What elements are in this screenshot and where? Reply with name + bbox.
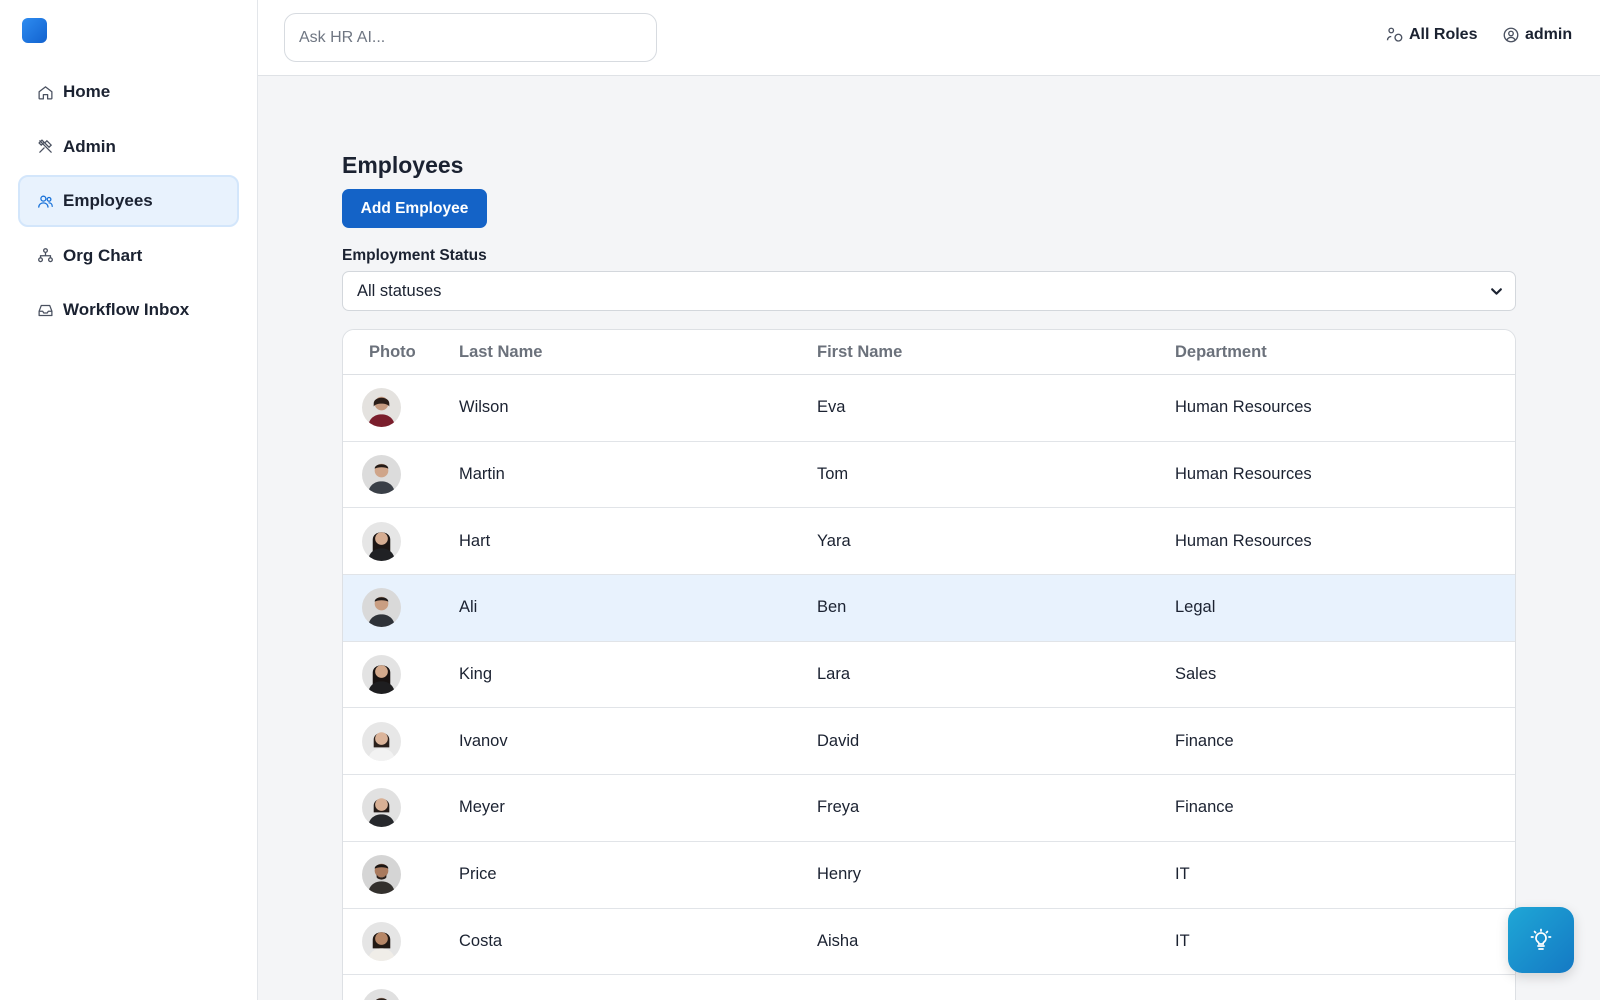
employees-table: Photo Last Name First Name Department Wi… [342,329,1516,1000]
cell-first-name: Eva [817,398,846,417]
column-header-last-name[interactable]: Last Name [459,343,817,362]
sidebar-item-workflow-inbox[interactable]: Workflow Inbox [18,284,239,336]
table-row[interactable]: Ivanov David Finance [343,708,1515,776]
cell-last-name: Hart [459,531,491,550]
ai-assistant-button[interactable] [1508,907,1574,973]
avatar [362,388,401,428]
cell-first-name: David [817,731,860,750]
sidebar: Home Admin Employees Org Chart Workflow … [0,0,258,1000]
sidebar-nav: Home Admin Employees Org Chart Workflow … [18,66,239,339]
cell-last-name: Ali [459,598,478,617]
cell-department: Human Resources [1175,465,1312,484]
ask-hr-ai-input[interactable] [284,13,657,62]
cell-first-name: Henry [817,865,862,884]
employment-status-select[interactable]: All statuses [342,271,1516,311]
inbox-icon [36,301,54,319]
cell-department: Sales [1175,665,1217,684]
photo-cell [343,988,459,1000]
main-content: Employees Add Employee Employment Status… [342,76,1516,1000]
avatar [362,788,401,828]
roles-label: All Roles [1409,26,1478,43]
cell-last-name: Costa [459,931,503,950]
table-header: Photo Last Name First Name Department [343,330,1515,375]
cell-last-name: Martin [459,465,505,484]
user-label: admin [1525,26,1573,43]
photo-cell [343,921,459,961]
cell-first-name: Freya [817,798,860,817]
sidebar-item-label: Home [63,82,111,101]
cell-first-name: Ben [817,598,847,617]
avatar [362,588,401,628]
table-row[interactable]: Ali Ben Legal [343,575,1515,642]
avatar [362,855,401,895]
page-title: Employees [342,152,464,178]
table-row[interactable]: Costa Aisha IT [343,909,1515,976]
photo-cell [343,788,459,828]
photo-cell [343,521,459,561]
cell-last-name: Meyer [459,798,505,817]
cell-first-name: Aisha [817,931,859,950]
table-row[interactable]: King Lara Sales [343,642,1515,709]
photo-cell [343,721,459,761]
sidebar-item-label: Admin [63,136,116,156]
cell-last-name: Ivanov [459,731,508,750]
photo-cell [343,655,459,695]
app-logo[interactable] [22,18,47,43]
roles-switcher[interactable]: All Roles [1386,26,1477,44]
photo-cell [343,455,459,495]
lightbulb-icon [1530,928,1552,950]
table-row[interactable]: Meyer Freya Finance [343,775,1515,842]
user-menu[interactable]: admin [1502,26,1572,44]
roles-icon [1386,27,1403,42]
user-icon [1503,27,1519,43]
table-row-partial[interactable] [343,975,1515,1000]
avatar [362,655,401,695]
avatar [362,721,401,761]
employment-status-label: Employment Status [342,247,487,264]
home-icon [36,83,54,101]
cell-department: IT [1175,931,1190,950]
users-icon [36,192,54,210]
cell-department: Human Resources [1175,531,1312,550]
cell-department: Legal [1175,598,1216,617]
top-bar: All Roles admin [258,0,1600,76]
employment-status-value: All statuses [357,281,442,300]
sidebar-item-label: Org Chart [63,245,143,265]
sidebar-item-home[interactable]: Home [18,66,239,118]
table-row[interactable]: Wilson Eva Human Resources [343,375,1515,442]
cell-last-name: Price [459,865,497,884]
tools-icon [36,138,54,156]
table-row[interactable]: Martin Tom Human Resources [343,442,1515,509]
cell-first-name: Tom [817,465,849,484]
column-header-photo[interactable]: Photo [343,343,459,362]
photo-cell [343,588,459,628]
avatar [362,521,401,561]
photo-cell [343,388,459,428]
sidebar-item-employees[interactable]: Employees [18,175,239,227]
avatar [362,455,401,495]
cell-first-name: Lara [817,665,851,684]
cell-last-name: King [459,665,493,684]
cell-department: Finance [1175,731,1234,750]
cell-department: Finance [1175,798,1234,817]
chevron-down-icon [1491,287,1502,295]
photo-cell [343,855,459,895]
sidebar-item-org-chart[interactable]: Org Chart [18,230,239,282]
cell-last-name: Wilson [459,398,509,417]
cell-department: IT [1175,865,1190,884]
table-row[interactable]: Price Henry IT [343,842,1515,909]
sidebar-item-admin[interactable]: Admin [18,121,239,173]
avatar [362,921,401,961]
add-employee-button[interactable]: Add Employee [342,189,487,228]
column-header-first-name[interactable]: First Name [817,343,1175,362]
table-row[interactable]: Hart Yara Human Resources [343,508,1515,576]
avatar [362,988,401,1000]
cell-department: Human Resources [1175,398,1312,417]
column-header-department[interactable]: Department [1175,343,1515,362]
sidebar-item-label: Employees [63,191,153,210]
sidebar-item-label: Workflow Inbox [63,300,190,319]
org-chart-icon [36,247,54,265]
cell-first-name: Yara [817,531,851,550]
